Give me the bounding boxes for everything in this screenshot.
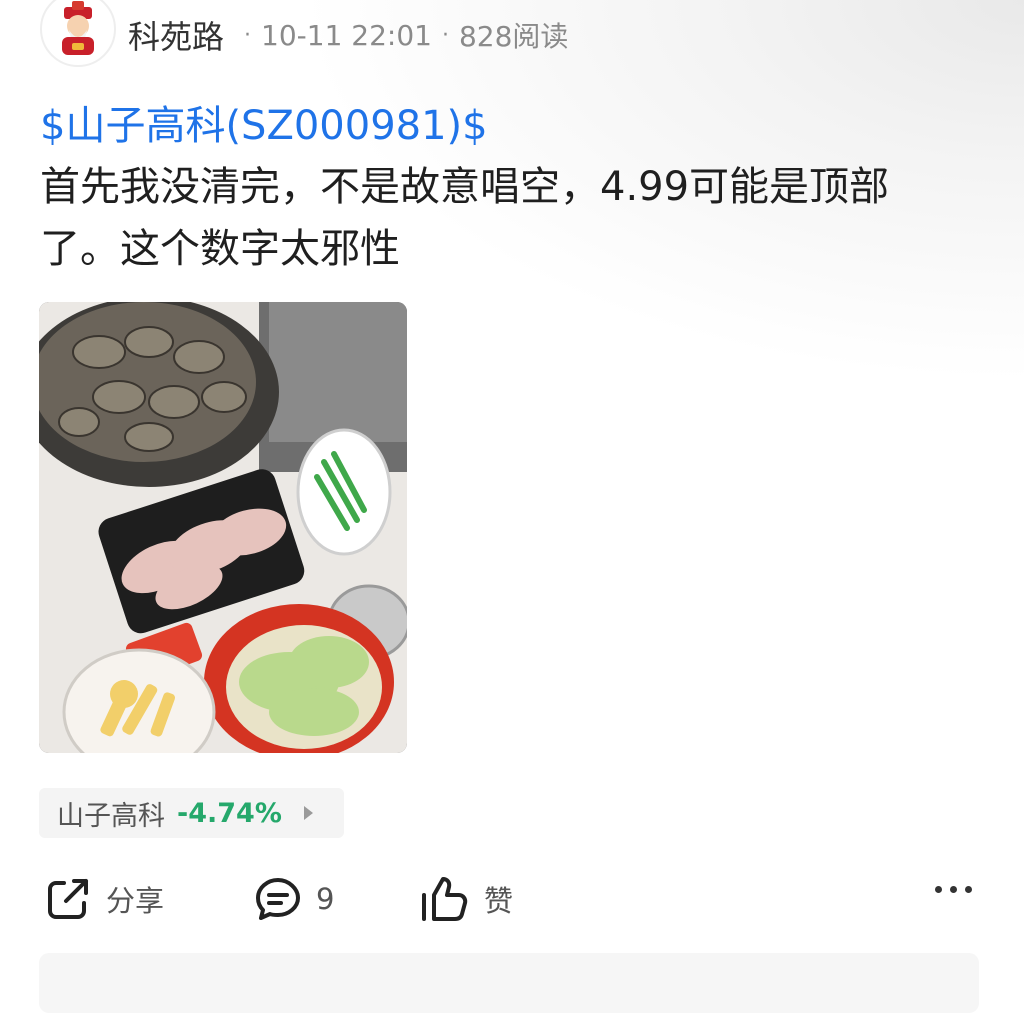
- share-label: 分享: [106, 884, 165, 918]
- like-icon: [422, 877, 468, 921]
- more-icon[interactable]: [935, 886, 972, 893]
- post-date: 10-11 22:01: [261, 18, 432, 52]
- read-count: 828阅读: [458, 20, 569, 53]
- stock-name: 山子高科: [57, 800, 165, 832]
- separator-dot: ·: [441, 22, 449, 48]
- stock-quote-chip[interactable]: 山子高科 -4.74%: [39, 788, 344, 838]
- comment-icon: [256, 878, 300, 920]
- next-post-card[interactable]: [39, 953, 979, 1013]
- post-image[interactable]: [39, 302, 407, 753]
- author-name[interactable]: 科苑路: [128, 12, 224, 58]
- post-text: 首先我没清完，不是故意唱空，4.99可能是顶部了。这个数字太邪性: [40, 164, 890, 272]
- stock-change: -4.74%: [177, 797, 282, 829]
- comment-button[interactable]: 9: [254, 868, 334, 930]
- share-icon: [48, 879, 88, 919]
- comment-count: 9: [316, 882, 335, 916]
- post-body: $山子高科(SZ000981)$ 首先我没清完，不是故意唱空，4.99可能是顶部…: [40, 96, 960, 280]
- action-bar: 分享 9 赞: [0, 868, 1024, 930]
- more-dot: [950, 886, 957, 893]
- like-label: 赞: [484, 884, 514, 918]
- share-button[interactable]: 分享: [44, 868, 164, 930]
- author-avatar[interactable]: [40, 0, 116, 67]
- more-dot: [965, 886, 972, 893]
- stock-tag-link[interactable]: $山子高科(SZ000981)$: [40, 96, 960, 156]
- more-dot: [935, 886, 942, 893]
- post-header: 科苑路 · 10-11 22:01 · 828阅读: [40, 0, 568, 70]
- post-meta: · 10-11 22:01 · 828阅读: [234, 15, 568, 55]
- separator-dot: ·: [244, 22, 252, 48]
- like-button[interactable]: 赞: [418, 868, 513, 930]
- arrow-right-icon: [303, 806, 313, 820]
